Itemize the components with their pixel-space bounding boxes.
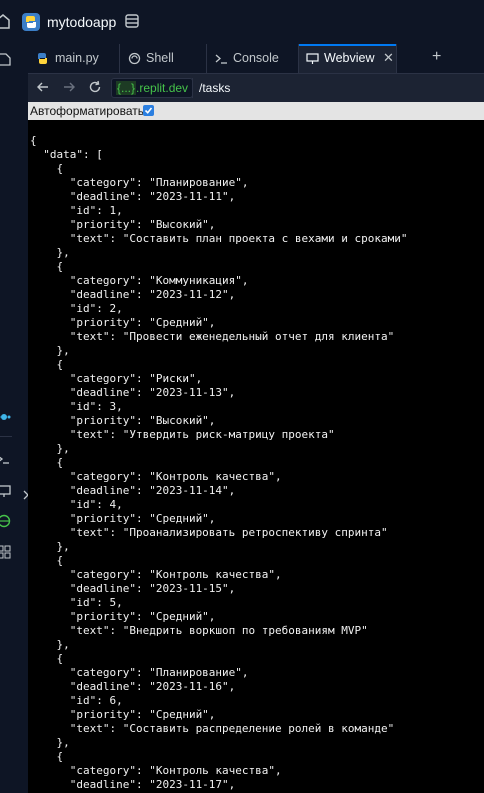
tab-bar: main.py Shell Console Webview ✕ +	[28, 44, 484, 74]
left-rail	[0, 44, 29, 793]
shell-icon	[128, 52, 141, 65]
pretty-print-bar: Автоформатировать	[28, 102, 484, 121]
domain-badge[interactable]: {...}.replit.dev	[111, 78, 194, 98]
close-icon[interactable]: ✕	[383, 50, 394, 66]
tab-webview[interactable]: Webview ✕	[299, 44, 397, 73]
app-name[interactable]: mytodoapp	[47, 14, 116, 30]
git-icon[interactable]	[0, 410, 11, 424]
forward-icon[interactable]	[62, 80, 76, 94]
monitor-icon	[306, 53, 319, 64]
rail-divider	[0, 436, 12, 437]
tab-label: main.py	[55, 51, 99, 65]
app-python-icon[interactable]	[22, 13, 40, 31]
layout-icon[interactable]	[125, 14, 139, 28]
console-icon	[215, 54, 227, 64]
tab-label: Shell	[146, 51, 174, 65]
monitor-icon[interactable]	[0, 484, 11, 498]
add-tab-button[interactable]: +	[432, 48, 441, 66]
home-icon[interactable]	[0, 13, 10, 29]
tab-label: Console	[233, 51, 279, 65]
grid-icon[interactable]	[0, 545, 11, 559]
pretty-print-label: Автоформатировать	[30, 104, 144, 118]
tab-label: Webview	[324, 51, 375, 65]
reload-icon[interactable]	[88, 80, 102, 94]
files-icon[interactable]	[0, 52, 11, 66]
terminal-icon[interactable]	[0, 452, 11, 466]
python-icon	[38, 53, 47, 64]
tab-console[interactable]: Console	[207, 44, 299, 73]
pretty-print-checkbox[interactable]	[143, 105, 154, 116]
domain-braces: {...}	[116, 81, 137, 95]
domain-text: .replit.dev	[136, 81, 189, 95]
workspace-header: mytodoapp	[0, 0, 484, 44]
url-bar: {...}.replit.dev	[28, 74, 484, 102]
webview-content: { "data": [ { "category": "Планирование"…	[28, 120, 484, 793]
url-path-input[interactable]	[192, 78, 482, 98]
tab-main-py[interactable]: main.py	[28, 44, 120, 73]
tab-shell[interactable]: Shell	[120, 44, 207, 73]
globe-icon[interactable]	[0, 514, 11, 528]
json-response: { "data": [ { "category": "Планирование"…	[30, 134, 408, 791]
back-icon[interactable]	[36, 80, 50, 94]
